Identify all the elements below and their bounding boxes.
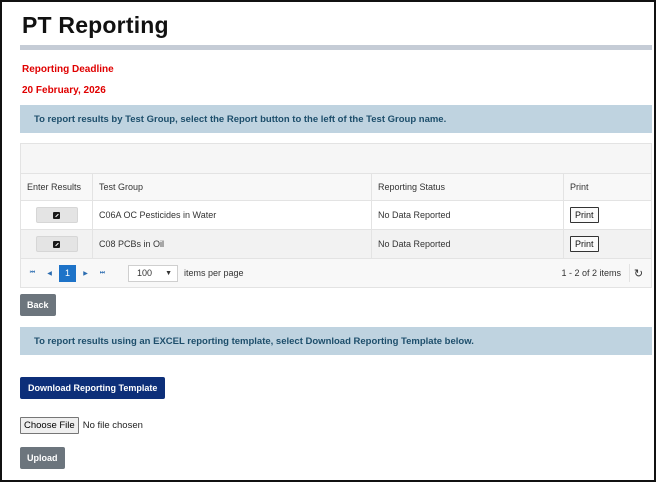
- enter-results-button[interactable]: [35, 236, 78, 252]
- table-row: C08 PCBs in Oil No Data Reported Print: [21, 230, 651, 259]
- excel-instruction-banner: To report results using an EXCEL reporti…: [20, 327, 652, 355]
- table-row: C06A OC Pesticides in Water No Data Repo…: [21, 201, 651, 230]
- file-status-label: No file chosen: [82, 420, 143, 431]
- page-number-current[interactable]: 1: [59, 264, 76, 282]
- print-cell: Print: [563, 230, 651, 258]
- test-group-cell: C08 PCBs in Oil: [92, 230, 371, 258]
- caret-down-icon: ▼: [165, 269, 172, 277]
- grid-toolbar: [21, 144, 651, 174]
- grid-pager: ⏮ ◀ 1 ▶ ⏭ 100 ▼ items per page 1 - 2 of …: [21, 259, 651, 287]
- page-size-select[interactable]: 100 ▼: [128, 264, 178, 282]
- column-header-reporting-status[interactable]: Reporting Status: [371, 174, 563, 200]
- column-header-print[interactable]: Print: [563, 174, 651, 200]
- deadline-date: 20 February, 2026: [22, 85, 106, 96]
- page-size-value: 100: [137, 268, 153, 278]
- grid-header: Enter Results Test Group Reporting Statu…: [21, 174, 651, 201]
- print-button[interactable]: Print: [570, 207, 599, 223]
- file-upload-row: Choose File No file chosen: [20, 417, 652, 434]
- last-page-icon[interactable]: ⏭: [95, 266, 110, 281]
- next-page-icon[interactable]: ▶: [78, 266, 93, 281]
- test-group-cell: C06A OC Pesticides in Water: [92, 201, 371, 229]
- previous-page-icon[interactable]: ◀: [42, 266, 57, 281]
- page-title: PT Reporting: [22, 12, 169, 38]
- items-per-page-label: items per page: [184, 268, 244, 278]
- download-template-button[interactable]: Download Reporting Template: [20, 377, 166, 399]
- reporting-status-cell: No Data Reported: [371, 230, 563, 258]
- refresh-icon[interactable]: ↻: [629, 264, 647, 282]
- column-header-enter-results[interactable]: Enter Results: [21, 174, 92, 200]
- upload-button[interactable]: Upload: [20, 447, 65, 469]
- print-cell: Print: [563, 201, 651, 229]
- app-frame: PT Reporting Reporting Deadline 20 Febru…: [0, 0, 656, 482]
- enter-results-cell: [21, 201, 92, 229]
- first-page-icon[interactable]: ⏮: [25, 266, 40, 281]
- edit-icon: [53, 211, 60, 219]
- pager-info: 1 - 2 of 2 items: [561, 268, 621, 278]
- title-divider: [20, 45, 652, 50]
- reporting-status-cell: No Data Reported: [371, 201, 563, 229]
- print-button[interactable]: Print: [570, 236, 599, 252]
- test-group-instruction-banner: To report results by Test Group, select …: [20, 105, 652, 133]
- edit-icon: [53, 240, 60, 248]
- choose-file-button[interactable]: Choose File: [20, 417, 79, 434]
- enter-results-button[interactable]: [35, 207, 78, 223]
- deadline-label: Reporting Deadline: [22, 64, 114, 75]
- enter-results-cell: [21, 230, 92, 258]
- test-group-grid: Enter Results Test Group Reporting Statu…: [20, 143, 652, 288]
- back-button[interactable]: Back: [20, 294, 56, 316]
- column-header-test-group[interactable]: Test Group: [92, 174, 371, 200]
